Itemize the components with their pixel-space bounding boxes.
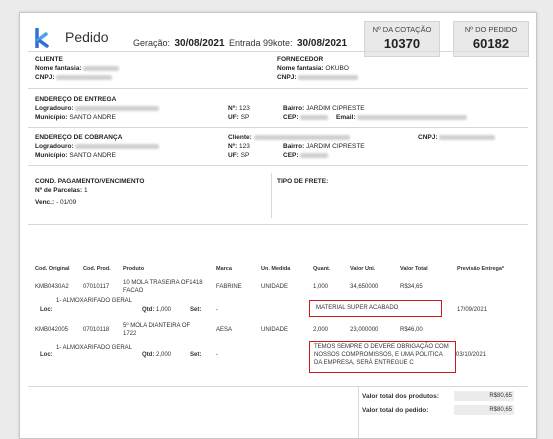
order-document: Pedido Geração: 30/08/2021 Entrada 99kot… — [19, 12, 537, 439]
cell-valor-uni: 23,000000 — [350, 327, 379, 333]
cobranca-cep: CEP: — [283, 152, 329, 159]
fornecedor-cnpj: CNPJ: — [277, 74, 359, 81]
qtd-info: Qtd: 2,000 — [142, 352, 172, 358]
col-header-previsao: Previsão Entrega* — [457, 266, 505, 272]
divider — [28, 127, 528, 128]
col-header-valor-total: Valor Total — [400, 266, 428, 272]
set-info: Set: — [190, 307, 202, 313]
set-value: - — [216, 307, 218, 313]
cell-cod-prod: 07010117 — [83, 284, 110, 290]
entrega-bairro: Bairro: JARDIM CIPRESTE — [283, 105, 365, 112]
geracao-info: Geração: 30/08/2021 — [133, 38, 225, 49]
cliente-cnpj: CNPJ: — [35, 74, 113, 81]
loc-value: 1- ALMOXARIFADO GERAL — [56, 345, 133, 351]
col-header-un-medida: Un. Medida — [261, 266, 291, 272]
entrega-title: ENDEREÇO DE ENTREGA — [35, 96, 117, 103]
divider — [271, 173, 272, 218]
cell-quant: 2,000 — [313, 327, 329, 333]
cobranca-cliente: Cliente: — [228, 134, 350, 141]
cell-marca: AESA — [216, 327, 233, 333]
loc-value: 1- ALMOXARIFADO GERAL — [56, 298, 133, 304]
cliente-nome: Nome fantasia: — [35, 65, 120, 72]
cell-cod-prod: 07010118 — [83, 327, 110, 333]
divider — [358, 386, 359, 438]
cobranca-title: ENDEREÇO DE COBRANÇA — [35, 134, 123, 141]
pagamento-title: COND. PAGAMENTO/VENCIMENTO — [35, 178, 145, 185]
entrada-info: Entrada 99kote: 30/08/2021 — [229, 38, 348, 49]
cell-previsao: 03/10/2021 — [456, 352, 487, 358]
cell-quant: 1,000 — [313, 284, 329, 290]
cell-valor-uni: 34,650000 — [350, 284, 379, 290]
app-logo-icon — [35, 28, 49, 48]
entrega-municipio: Município: SANTO ANDRE — [35, 114, 116, 121]
cell-un-medida: UNIDADE — [261, 284, 289, 290]
fornecedor-nome: Nome fantasia: OKUBO — [277, 65, 349, 72]
frete-title: TIPO DE FRETE: — [277, 178, 329, 185]
pagamento-parcelas: Nº de Parcelas: 1 — [35, 187, 88, 194]
total-produtos-value: R$80,65 — [454, 391, 514, 401]
divider — [28, 224, 528, 225]
entrega-uf: UF: SP — [228, 114, 250, 121]
col-header-cod-prod: Cod. Prod. — [83, 266, 111, 272]
divider — [28, 88, 528, 89]
total-produtos-label: Valor total dos produtos: — [362, 393, 439, 400]
loc-label: Loc: — [40, 307, 53, 313]
total-pedido-value: R$80,65 — [454, 405, 514, 415]
cell-marca: FABRINE — [216, 284, 242, 290]
cell-produto: 10 MOLA TRASEIRA OF1418 FACAO — [123, 280, 203, 294]
pagamento-vencimento: Venc.: - 01/09 — [35, 199, 77, 206]
cell-un-medida: UNIDADE — [261, 327, 289, 333]
cell-valor-total: R$34,65 — [400, 284, 423, 290]
divider — [28, 165, 528, 166]
entrega-logradouro: Logradouro: — [35, 105, 160, 112]
cell-cod-original: KMB042005 — [35, 327, 69, 333]
qtd-info: Qtd: 1,000 — [142, 307, 172, 313]
cell-cod-original: KMB0430A2 — [35, 284, 69, 290]
entrega-cep: CEP: — [283, 114, 329, 121]
col-header-valor-uni: Valor Uni. — [350, 266, 376, 272]
fornecedor-title: FORNECEDOR — [277, 56, 324, 63]
divider — [28, 386, 528, 387]
total-pedido-label: Valor total do pedido: — [362, 407, 429, 414]
cell-previsao: 17/09/2021 — [457, 307, 488, 313]
loc-label: Loc: — [40, 352, 53, 358]
col-header-cod-original: Cod. Original — [35, 266, 70, 272]
cobranca-uf: UF: SP — [228, 152, 250, 159]
divider — [28, 51, 528, 52]
entrega-numero: Nº: 123 — [228, 105, 250, 112]
col-header-quant: Quant. — [313, 266, 331, 272]
cobranca-logradouro: Logradouro: — [35, 143, 160, 150]
cobranca-numero: Nº: 123 — [228, 143, 250, 150]
cobranca-cnpj: CNPJ: — [418, 134, 496, 141]
col-header-marca: Marca — [216, 266, 232, 272]
entrega-email: Email: — [336, 114, 468, 121]
set-value: - — [216, 352, 218, 358]
cliente-title: CLIENTE — [35, 56, 63, 63]
obs-text: MATERIAL SUPER ACABADO — [316, 305, 399, 311]
cell-valor-total: R$46,00 — [400, 327, 423, 333]
set-info: Set: — [190, 352, 202, 358]
cell-produto: 5º MOLA DIANTEIRA OF 1722 — [123, 323, 191, 337]
col-header-produto: Produto — [123, 266, 145, 272]
obs-text: TEMOS SEMPRE O DEVERE OBRIGAÇÃO COM NOSS… — [314, 344, 449, 366]
page-title: Pedido — [65, 29, 109, 45]
cobranca-municipio: Município: SANTO ANDRE — [35, 152, 116, 159]
cobranca-bairro: Bairro: JARDIM CIPRESTE — [283, 143, 365, 150]
